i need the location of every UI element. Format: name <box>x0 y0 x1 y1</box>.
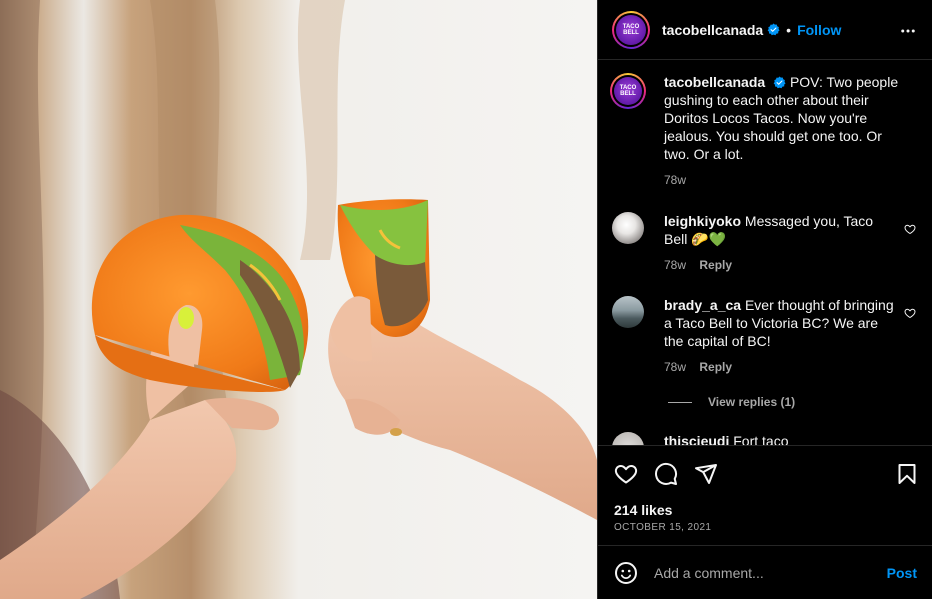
bookmark-icon[interactable] <box>895 462 919 486</box>
post-sidebar: TACO BELL tacobellcanada • Follow TACO B… <box>597 0 932 599</box>
comment-text: Fort taco <box>733 433 789 445</box>
commenter-avatar[interactable] <box>612 432 644 445</box>
commenter-username[interactable]: thiscieudi <box>664 433 729 445</box>
caption-avatar[interactable]: TACO BELL <box>610 73 646 109</box>
view-replies-line <box>668 401 692 403</box>
post-date[interactable]: OCTOBER 15, 2021 <box>614 522 711 533</box>
follow-button[interactable]: Follow <box>797 22 841 38</box>
heart-icon[interactable] <box>614 462 638 486</box>
avatar-logo: TACO BELL <box>616 14 646 45</box>
commenter-username[interactable]: brady_a_ca <box>664 297 741 313</box>
commenter-username[interactable]: leighkiyoko <box>664 213 741 229</box>
post-actions: 214 likes OCTOBER 15, 2021 <box>598 445 932 545</box>
verified-badge-icon <box>767 23 780 36</box>
commenter-avatar[interactable] <box>612 212 644 244</box>
like-comment-heart-icon[interactable] <box>904 307 916 319</box>
view-replies-label: View replies (1) <box>708 395 796 409</box>
reply-button[interactable]: Reply <box>699 360 732 374</box>
more-options-icon[interactable] <box>899 22 917 40</box>
comment-icon[interactable] <box>654 462 678 486</box>
separator-dot: • <box>786 21 792 38</box>
comment-time[interactable]: 78w <box>664 360 686 374</box>
header-username[interactable]: tacobellcanada <box>662 22 763 38</box>
likes-count[interactable]: 214 likes <box>614 502 672 518</box>
comment-time[interactable]: 78w <box>664 258 686 272</box>
caption-time[interactable]: 78w <box>664 173 686 187</box>
emoji-icon[interactable] <box>614 561 638 585</box>
caption-avatar-logo: TACO BELL <box>614 77 642 105</box>
reply-button[interactable]: Reply <box>699 258 732 272</box>
account-avatar[interactable]: TACO BELL <box>612 10 650 49</box>
caption-body: tacobellcanada POV: Two people gushing t… <box>664 73 900 189</box>
comments-list[interactable]: TACO BELL tacobellcanada POV: Two people… <box>598 61 932 445</box>
share-icon[interactable] <box>694 462 718 486</box>
add-comment-bar: Post <box>598 545 932 599</box>
post-comment-button[interactable]: Post <box>887 565 917 581</box>
comment-input[interactable] <box>654 561 874 585</box>
commenter-avatar[interactable] <box>612 296 644 328</box>
caption-username[interactable]: tacobellcanada <box>664 74 765 90</box>
post-header: TACO BELL tacobellcanada • Follow <box>598 0 932 60</box>
taco-photo-illustration <box>0 0 597 599</box>
verified-badge-icon <box>773 76 786 89</box>
post-photo[interactable] <box>0 0 597 599</box>
like-comment-heart-icon[interactable] <box>904 223 916 235</box>
view-replies-button[interactable]: View replies (1) <box>668 395 795 409</box>
